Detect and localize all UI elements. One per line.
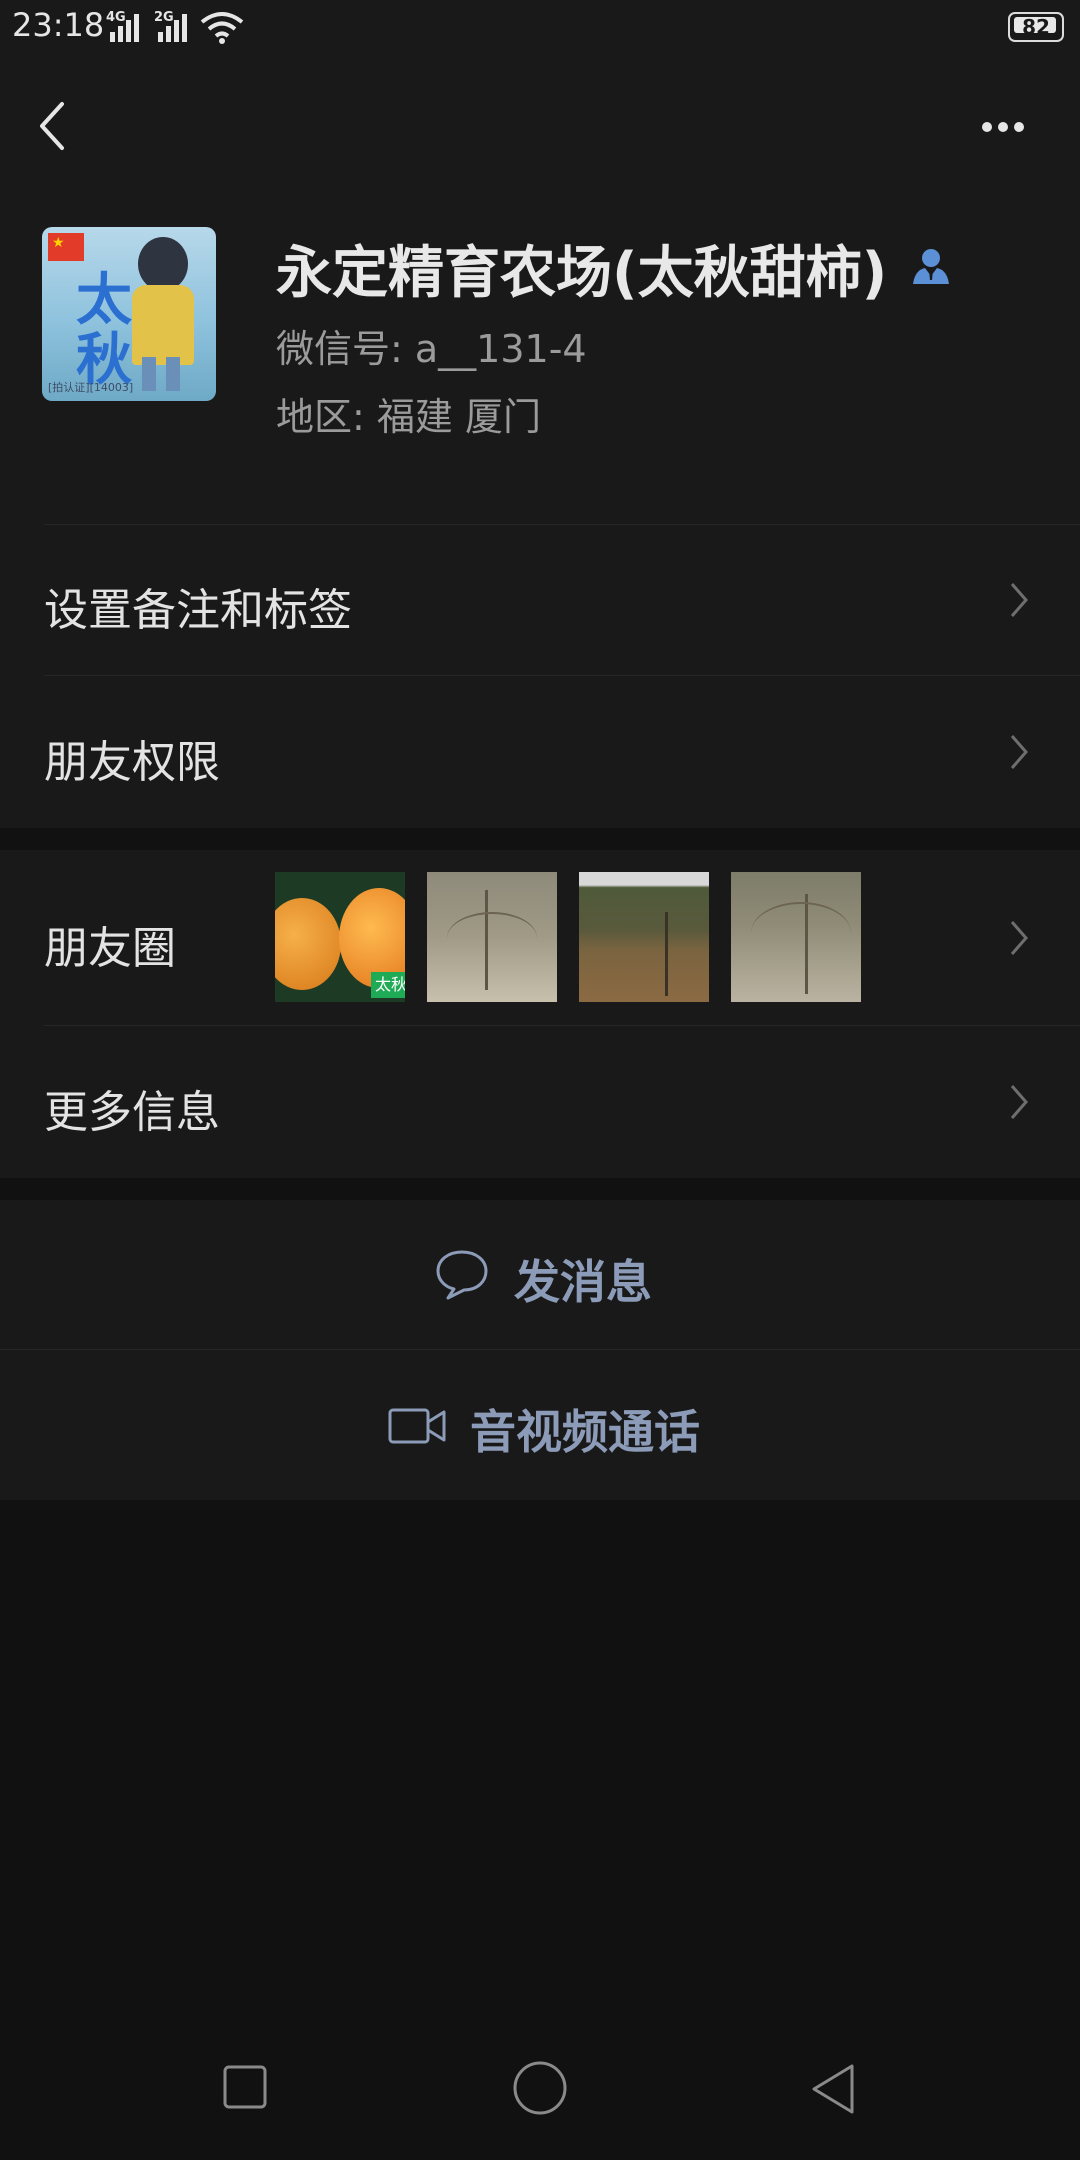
more-options-button[interactable]: [972, 96, 1034, 156]
profile-header: ★ 太 秋 [拍认证][14003] 永定精育农场(太秋甜柿) 微信号: a__…: [0, 56, 1080, 524]
video-call-button[interactable]: 音视频通话: [0, 1350, 1080, 1500]
moments-label: 朋友圈: [44, 923, 176, 974]
status-bar: 23:18 4G 2G 82: [0, 0, 1080, 56]
thumbnail-tag: 太秋: [371, 972, 405, 998]
battery-icon: 82: [1008, 12, 1064, 42]
chevron-right-icon: [1010, 735, 1028, 769]
chevron-right-icon: [1010, 583, 1028, 617]
home-icon[interactable]: [512, 2060, 568, 2116]
region: 地区: 福建 厦门: [276, 395, 541, 439]
more-info-item[interactable]: 更多信息: [0, 1026, 1080, 1178]
signal-icon: [158, 8, 198, 42]
wifi-icon: [200, 12, 244, 44]
moments-item[interactable]: 朋友圈 太秋: [0, 850, 1080, 1026]
moments-thumbnail: [731, 872, 861, 1002]
moments-thumbnail: [427, 872, 557, 1002]
recent-apps-icon[interactable]: [222, 2064, 268, 2110]
battery-level: 82: [1022, 15, 1050, 39]
friend-permissions-label: 朋友权限: [44, 737, 220, 788]
back-button[interactable]: [30, 92, 80, 158]
friend-permissions-item[interactable]: 朋友权限: [0, 676, 1080, 828]
back-triangle-icon[interactable]: [808, 2062, 858, 2116]
moments-thumbnail: 太秋: [275, 872, 405, 1002]
moments-thumbnail: [579, 872, 709, 1002]
chevron-right-icon: [1010, 921, 1028, 955]
more-info-label: 更多信息: [44, 1087, 220, 1138]
video-call-label: 音视频通话: [470, 1405, 700, 1459]
user-badge-icon: [913, 249, 949, 284]
wechat-id: 微信号: a__131-4: [276, 327, 587, 371]
avatar-caption: [拍认证][14003]: [48, 381, 134, 394]
chevron-left-icon: [40, 102, 64, 150]
send-message-button[interactable]: 发消息: [0, 1200, 1080, 1350]
avatar[interactable]: ★ 太 秋 [拍认证][14003]: [42, 227, 216, 401]
system-navigation-bar: [0, 2032, 1080, 2160]
chevron-right-icon: [1010, 1085, 1028, 1119]
contact-name: 永定精育农场(太秋甜柿): [276, 241, 888, 306]
video-camera-icon: [388, 1408, 446, 1444]
remark-tags-item[interactable]: 设置备注和标签: [0, 524, 1080, 676]
chat-bubble-icon: [436, 1250, 488, 1300]
status-time: 23:18: [12, 6, 105, 44]
signal-icon: [110, 8, 150, 42]
remark-tags-label: 设置备注和标签: [44, 585, 352, 636]
send-message-label: 发消息: [514, 1255, 652, 1309]
